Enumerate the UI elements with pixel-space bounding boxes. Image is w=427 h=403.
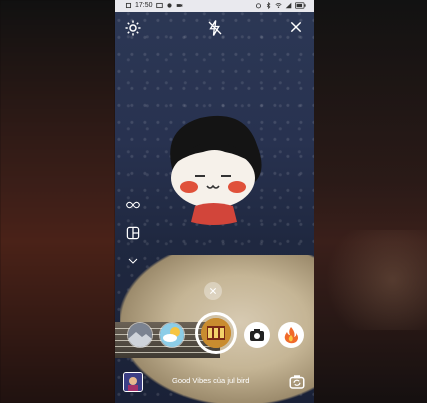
photo-filter-thumb[interactable] (127, 322, 153, 348)
video-icon (176, 4, 182, 7)
film-filter-thumb-selected (201, 318, 231, 348)
fire-icon (279, 323, 303, 347)
sun-cloud-icon (160, 323, 184, 347)
close-button[interactable] (288, 19, 306, 37)
infinity-icon (126, 201, 140, 209)
flip-camera-button[interactable] (288, 373, 306, 391)
gallery-thumb-icon (124, 373, 142, 391)
camera-screen: 17:50 Good Vibes của jul bird (115, 0, 314, 403)
chevron-down-icon (128, 258, 138, 264)
alarm-icon (255, 3, 262, 9)
chat-icon (166, 3, 172, 8)
blurred-background-right (312, 0, 427, 403)
layout-button[interactable] (124, 224, 142, 242)
status-bar: 17:50 (115, 0, 314, 12)
flash-off-icon (208, 20, 222, 36)
camera-icon (245, 323, 269, 347)
film-icon (201, 318, 231, 348)
boomerang-button[interactable] (124, 196, 142, 214)
close-icon (209, 287, 217, 295)
gear-icon (125, 20, 141, 36)
capture-button[interactable] (195, 312, 237, 354)
effect-caption[interactable]: Good Vibes của jul bird (172, 376, 249, 385)
close-icon (290, 21, 302, 33)
gallery-button[interactable] (123, 372, 143, 392)
bottom-bar: Good Vibes của jul bird (115, 364, 314, 400)
more-tools-button[interactable] (124, 252, 142, 270)
blurred-background-left (0, 0, 115, 403)
settings-button[interactable] (124, 19, 142, 37)
message-icon (155, 2, 163, 9)
layout-icon (126, 226, 140, 240)
bluetooth-icon (266, 2, 271, 9)
battery-icon (295, 2, 306, 9)
status-time: 17:50 (135, 2, 153, 9)
camera-flip-icon (289, 375, 305, 389)
camera-filter-thumb[interactable] (244, 322, 270, 348)
remove-effect-button[interactable] (204, 282, 222, 300)
notification-icon (125, 2, 132, 9)
wifi-icon (275, 3, 282, 8)
filter-carousel (115, 312, 314, 356)
ar-character-sticker (170, 115, 262, 225)
signal-icon (285, 2, 292, 9)
weather-filter-thumb[interactable] (159, 322, 185, 348)
fire-filter-thumb[interactable] (278, 322, 304, 348)
flash-toggle-button[interactable] (206, 19, 224, 37)
photo-thumb-icon (128, 323, 152, 347)
